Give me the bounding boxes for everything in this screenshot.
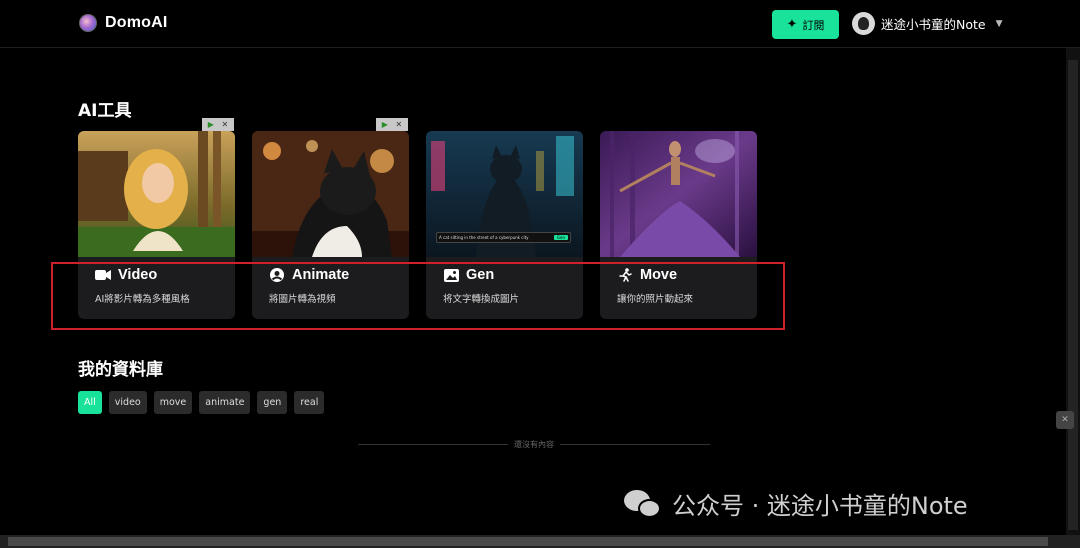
gen-preview-image: A cat sitting in the street of a cyberpu… xyxy=(426,131,583,257)
empty-text: 還沒有內容 xyxy=(514,439,554,449)
move-preview-image xyxy=(600,131,757,257)
close-icon[interactable]: ✕ xyxy=(396,120,403,129)
logo-icon xyxy=(79,14,97,32)
video-preview-image xyxy=(78,131,235,257)
library-title: 我的資料庫 xyxy=(78,360,163,380)
tools-title: AI工具 xyxy=(78,101,132,121)
horizontal-scroll-thumb[interactable] xyxy=(8,537,1048,546)
subscribe-label: 訂閱 xyxy=(802,18,825,32)
chevron-down-icon: ▼ xyxy=(995,18,1003,29)
filter-chip-video[interactable]: video xyxy=(108,391,147,414)
image-gen-button: Gen xyxy=(553,235,568,240)
highlight-annotation-box xyxy=(51,262,785,330)
sparkle-icon: ✦ xyxy=(786,17,798,32)
vertical-scroll-thumb[interactable] xyxy=(1068,60,1078,530)
user-name: 迷途小书童的Note xyxy=(881,17,986,32)
subscribe-button[interactable]: ✦ 訂閱 xyxy=(772,10,839,39)
image-caption: A cat sitting in the street of a cyberpu… xyxy=(439,235,529,240)
close-icon[interactable]: ✕ xyxy=(222,120,229,129)
watermark-text: 公众号 · 迷途小书童的Note xyxy=(672,492,968,520)
filter-chip-all[interactable]: All xyxy=(78,391,102,414)
image-caption-bar: A cat sitting in the street of a cyberpu… xyxy=(436,232,571,243)
user-menu[interactable]: 迷途小书童的Note ▼ xyxy=(852,12,1003,35)
watermark: 公众号 · 迷途小书童的Note xyxy=(624,486,968,521)
ad-badge[interactable]: ▶ ✕ xyxy=(376,118,408,131)
filter-chip-animate[interactable]: animate xyxy=(199,391,251,414)
wechat-icon xyxy=(624,488,664,520)
floating-widget-icon[interactable]: ✕ xyxy=(1056,411,1074,429)
divider xyxy=(560,443,710,445)
divider xyxy=(358,443,508,445)
filter-chip-move[interactable]: move xyxy=(153,391,193,414)
filter-chips: All video move animate gen real xyxy=(78,391,325,414)
logo[interactable]: DomoAI xyxy=(79,14,168,32)
app-name: DomoAI xyxy=(105,14,168,31)
top-bar: DomoAI ✦ 訂閱 迷途小书童的Note ▼ xyxy=(0,0,1080,48)
animate-preview-image xyxy=(252,131,409,257)
filter-chip-gen[interactable]: gen xyxy=(257,391,288,414)
play-icon: ▶ xyxy=(207,120,214,129)
ad-badge[interactable]: ▶ ✕ xyxy=(202,118,234,131)
play-icon: ▶ xyxy=(381,120,388,129)
avatar xyxy=(852,12,875,35)
filter-chip-real[interactable]: real xyxy=(294,391,325,414)
empty-state: 還沒有內容 xyxy=(358,437,710,451)
